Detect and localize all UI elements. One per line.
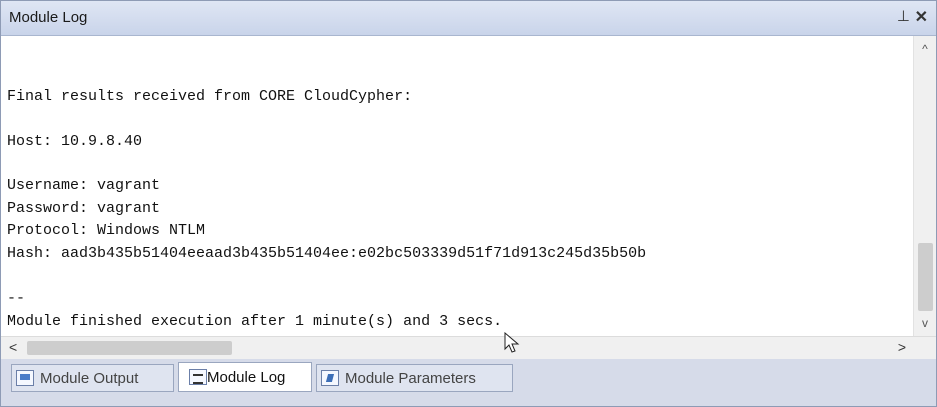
monitor-icon <box>16 370 34 386</box>
tab-label: Module Log <box>207 368 286 386</box>
scroll-down-icon[interactable]: v <box>914 316 936 330</box>
vertical-scroll-thumb[interactable] <box>918 243 933 311</box>
tab-label: Module Parameters <box>345 369 476 387</box>
log-line: -- <box>7 290 26 307</box>
log-line: Host: 10.9.8.40 <box>7 133 143 150</box>
tab-module-output[interactable]: Module Output <box>11 364 174 392</box>
log-icon <box>189 369 207 385</box>
log-text: Final results received from CORE CloudCy… <box>7 36 902 336</box>
parameters-icon <box>321 370 339 386</box>
scroll-right-icon[interactable]: > <box>898 339 906 355</box>
tab-label: Module Output <box>40 369 139 387</box>
tab-module-log[interactable]: Module Log <box>178 362 312 392</box>
module-log-window: Module Log ⊥ ✕ Final results received fr… <box>0 0 937 407</box>
tab-strip: Module Output Module Log Module Paramete… <box>1 359 936 395</box>
window-title: Module Log <box>9 9 88 26</box>
horizontal-scrollbar[interactable]: < > <box>1 336 936 359</box>
log-line: Final results received from CORE CloudCy… <box>7 88 413 105</box>
log-line: Module finished execution after 1 minute… <box>7 313 503 330</box>
close-icon[interactable]: ✕ <box>915 7 928 27</box>
log-line: Protocol: Windows NTLM <box>7 222 206 239</box>
horizontal-scroll-thumb[interactable] <box>27 341 232 355</box>
tab-module-parameters[interactable]: Module Parameters <box>316 364 513 392</box>
vertical-scrollbar[interactable]: ^ v <box>913 36 936 336</box>
log-line: Password: vagrant <box>7 200 161 217</box>
log-line: Hash: aad3b435b51404eeaad3b435b51404ee:e… <box>7 245 647 262</box>
scroll-up-icon[interactable]: ^ <box>914 42 936 56</box>
pin-icon[interactable]: ⊥ <box>897 7 910 25</box>
mouse-pointer-icon <box>504 332 520 353</box>
log-line: Username: vagrant <box>7 177 161 194</box>
title-bar: Module Log ⊥ ✕ <box>1 1 936 36</box>
scroll-left-icon[interactable]: < <box>9 339 17 355</box>
log-pane[interactable]: Final results received from CORE CloudCy… <box>1 36 936 336</box>
